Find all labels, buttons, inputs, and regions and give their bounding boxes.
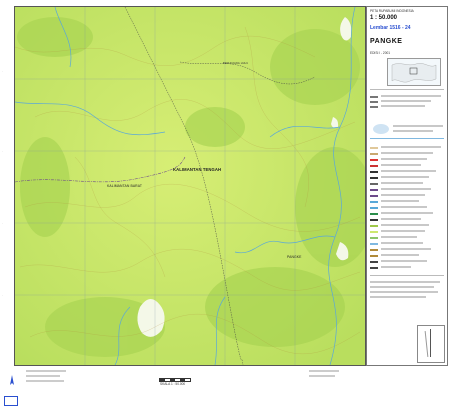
sheet-name: PANGKE <box>370 38 403 45</box>
legend-row <box>370 260 444 263</box>
scale-bar-label: SKALA 1 : 50.000 <box>160 382 186 386</box>
legend-row <box>370 296 444 299</box>
legend-row <box>370 176 444 179</box>
footer-note <box>26 375 60 377</box>
map-footer: SKALA 1 : 50.000 <box>10 366 364 410</box>
label-berunjang-hulu: BERUNJANG HULU <box>223 62 249 65</box>
label-kalimantan-tengah: KALIMANTAN TENGAH <box>173 167 222 172</box>
declination-diagram <box>417 325 445 363</box>
legend-row <box>393 125 445 128</box>
legend-row <box>370 248 444 251</box>
label-kalimantan-barat: KALIMANTAN BARAT <box>107 184 143 188</box>
legend-row <box>370 212 444 215</box>
sheet-number: Lembar 1516 - 24 <box>370 25 411 31</box>
legend-row <box>370 100 444 103</box>
legend-row <box>370 95 444 98</box>
divider <box>370 275 444 276</box>
legend-row <box>370 230 444 233</box>
agency-logo <box>373 124 389 134</box>
legend-row <box>370 224 444 227</box>
north-arrow <box>6 374 18 386</box>
legend-row <box>370 200 444 203</box>
legend-row <box>370 164 444 167</box>
legend-row <box>370 242 444 245</box>
tick: · <box>2 70 3 73</box>
index-map[interactable] <box>387 58 441 86</box>
footer-note <box>26 370 66 372</box>
legend-row <box>370 266 444 269</box>
label-pangke: PANGKE <box>287 255 302 259</box>
legend-row <box>393 130 445 133</box>
legend-row <box>370 194 444 197</box>
scale-label: 1 : 50.000 <box>370 15 398 21</box>
index-map-svg <box>391 63 437 83</box>
legend-panel: PETA RUPABUMI INDONESIA 1 : 50.000 Lemba… <box>366 6 448 366</box>
map-sheet: KALIMANTAN TENGAH KALIMANTAN BARAT PANGK… <box>0 0 450 413</box>
footer-note <box>26 380 64 382</box>
legend-row <box>370 291 444 294</box>
legend-row <box>370 182 444 185</box>
footer-note <box>309 375 335 377</box>
divider <box>370 89 444 90</box>
topographic-map <box>15 7 365 365</box>
legend-row <box>370 281 444 284</box>
tick: · <box>2 222 3 225</box>
legend-row <box>370 236 444 239</box>
legend-row <box>370 170 444 173</box>
legend-row <box>370 254 444 257</box>
legend-row <box>370 158 444 161</box>
tick: · <box>2 294 3 297</box>
divider <box>370 138 444 139</box>
legend-row <box>370 188 444 191</box>
map-area[interactable]: KALIMANTAN TENGAH KALIMANTAN BARAT PANGK… <box>14 6 366 366</box>
edition-label: EDISI I - 2001 <box>370 51 391 55</box>
publisher-stamp <box>4 396 18 406</box>
footer-note <box>309 370 339 372</box>
legend-row <box>370 286 444 289</box>
series-title: PETA RUPABUMI INDONESIA <box>370 9 414 13</box>
legend-row <box>370 218 444 221</box>
legend-row <box>370 206 444 209</box>
legend-row <box>370 105 444 108</box>
legend-row <box>370 152 444 155</box>
tick: · <box>2 150 3 153</box>
legend-row <box>370 146 444 149</box>
